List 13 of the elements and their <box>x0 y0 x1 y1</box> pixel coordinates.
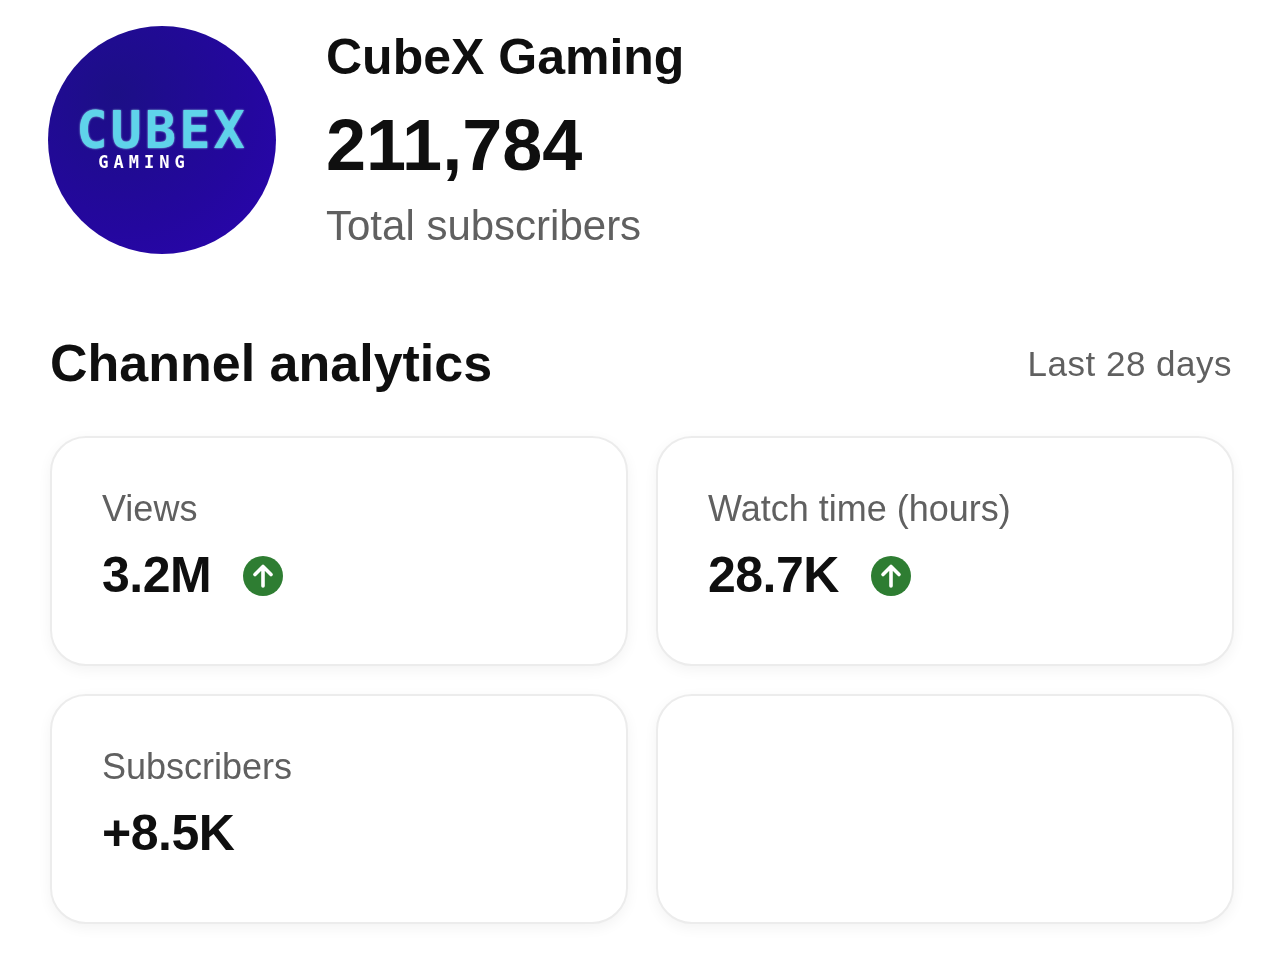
logo-wordmark: CUBEX <box>76 103 248 156</box>
metric-value: 3.2M <box>102 547 212 605</box>
metric-value: +8.5K <box>102 805 235 863</box>
channel-name: CubeX Gaming <box>326 29 685 87</box>
subscriber-count: 211,784 <box>326 108 583 181</box>
metric-label: Subscribers <box>102 745 293 788</box>
section-heading: Channel analytics <box>50 334 493 394</box>
date-range-label: Last 28 days <box>1027 343 1232 384</box>
metric-label: Watch time (hours) <box>708 487 1011 530</box>
subscriber-label: Total subscribers <box>326 200 642 251</box>
metric-label: Views <box>102 487 198 530</box>
metric-value: 28.7K <box>708 547 839 605</box>
logo-tagline: GAMING <box>98 153 190 171</box>
